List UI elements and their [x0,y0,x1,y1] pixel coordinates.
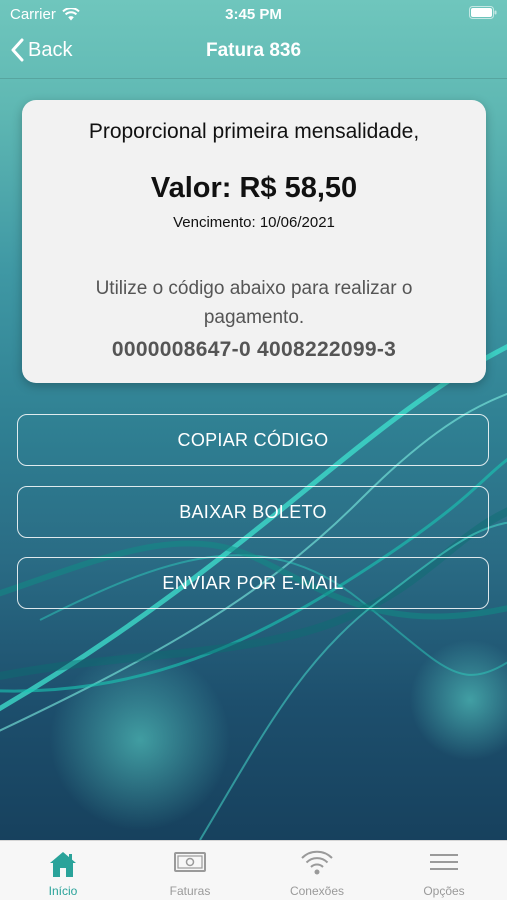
page-title: Fatura 836 [205,40,302,61]
tab-label: Opções [423,884,465,898]
invoice-description: Proporcional primeira mensalidade, [88,120,420,143]
tab-inicio[interactable]: Início [0,841,126,900]
invoice-due-date: Vencimento: 10/06/2021 [173,214,335,231]
tab-bar: Início Faturas Conexões Opções [0,840,507,900]
invoice-icon [174,852,206,872]
payment-code: 0000008647-0 4008222099-3 [111,338,397,361]
tab-faturas[interactable]: Faturas [127,841,253,900]
status-time: 3:45 PM [225,6,282,23]
tab-label: Faturas [169,884,211,898]
tab-conexoes[interactable]: Conexões [254,841,380,900]
invoice-screen: Carrier 3:45 PM Back Fatura 836 Proporci… [0,0,507,900]
tab-opcoes[interactable]: Opções [381,841,507,900]
invoice-amount: Valor: R$ 58,50 [150,172,358,204]
menu-icon [430,854,458,870]
send-email-button[interactable]: ENVIAR POR E-MAIL [17,557,489,609]
wifi-icon [301,850,333,875]
status-bar: Carrier 3:45 PM [0,0,507,28]
payment-instruction: Utilize o código abaixo para realizar o … [95,278,413,328]
invoice-card: Proporcional primeira mensalidade, Valor… [22,100,486,383]
download-boleto-button[interactable]: BAIXAR BOLETO [17,486,489,538]
tab-label: Conexões [289,884,345,898]
battery-icon [469,6,497,23]
tab-label: Início [48,884,78,898]
home-icon [50,852,76,877]
copy-code-button[interactable]: COPIAR CÓDIGO [17,414,489,466]
navigation-bar: Back Fatura 836 [0,28,507,79]
